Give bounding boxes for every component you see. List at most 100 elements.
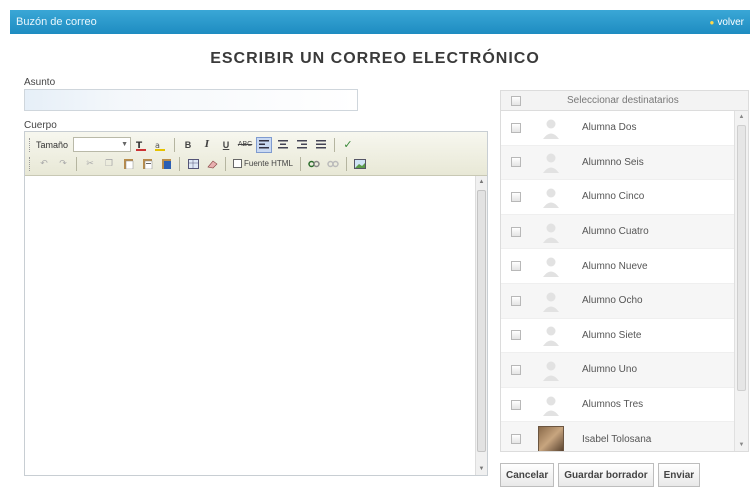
back-link[interactable]: ● volver	[709, 17, 744, 28]
recipient-name: Alumno Uno	[582, 364, 638, 376]
link-icon[interactable]	[306, 156, 322, 172]
default-user-icon	[538, 288, 564, 314]
list-item[interactable]: Alumno Ocho	[501, 283, 734, 319]
recipient-name: Alumnos Tres	[582, 399, 644, 411]
strikethrough-icon[interactable]: ABC	[237, 137, 253, 153]
toolbar-separator	[174, 137, 176, 152]
recipients-scrollbar[interactable]: ▲ ▼	[734, 111, 748, 451]
body-editor: Tamaño ▼ T a B I U ABC ✓ ↶ ↷ ✂ ❐ Fuente …	[24, 131, 488, 476]
recipient-checkbox[interactable]	[511, 364, 521, 375]
recipient-checkbox[interactable]	[511, 261, 521, 272]
recipient-name: Alumno Nueve	[582, 260, 648, 272]
italic-icon[interactable]: I	[199, 137, 215, 153]
paste-text-icon[interactable]	[139, 156, 155, 172]
list-item[interactable]: Alumno Siete	[501, 319, 734, 354]
default-user-icon	[538, 219, 564, 245]
toolbar-separator	[179, 156, 180, 171]
paste-word-icon[interactable]	[158, 156, 174, 172]
back-bullet-icon: ●	[709, 17, 715, 27]
source-html-label: Fuente HTML	[244, 159, 293, 168]
underline-icon[interactable]: U	[218, 137, 234, 153]
image-icon[interactable]	[352, 156, 368, 172]
source-html-icon	[233, 159, 242, 168]
align-center-icon[interactable]	[275, 137, 291, 153]
recipient-checkbox[interactable]	[511, 122, 521, 133]
copy-icon[interactable]: ❐	[101, 156, 117, 172]
asunto-label: Asunto	[24, 77, 56, 88]
scrollbar-thumb[interactable]	[477, 190, 486, 452]
recipient-name: Alumno Cuatro	[582, 226, 649, 238]
scroll-up-icon[interactable]: ▲	[735, 111, 748, 123]
default-user-icon	[538, 357, 564, 383]
asunto-input[interactable]	[24, 89, 358, 111]
svg-text:a: a	[155, 141, 160, 150]
toolbar-separator	[225, 156, 226, 171]
recipient-name: Alumna Dos	[582, 122, 637, 134]
spellcheck-icon[interactable]: ✓	[340, 137, 356, 153]
editor-toolbar: Tamaño ▼ T a B I U ABC ✓ ↶ ↷ ✂ ❐ Fuente …	[25, 132, 487, 176]
list-item[interactable]: Alumno Uno	[501, 353, 734, 388]
recipient-checkbox[interactable]	[511, 226, 521, 237]
list-item[interactable]: Alumno Nueve	[501, 249, 734, 284]
cancel-button[interactable]: Cancelar	[500, 463, 555, 487]
scroll-down-icon[interactable]: ▼	[735, 439, 748, 451]
toolbar-grip	[29, 156, 31, 171]
scroll-up-icon[interactable]: ▲	[476, 176, 487, 188]
unlink-icon[interactable]	[325, 156, 341, 172]
recipient-checkbox[interactable]	[511, 330, 521, 341]
page-title: ESCRIBIR UN CORREO ELECTRÓNICO	[210, 50, 540, 67]
text-color-icon[interactable]: T	[134, 137, 150, 153]
source-html-button[interactable]: Fuente HTML	[231, 159, 295, 168]
body-textarea[interactable]: ▲ ▼	[25, 176, 487, 475]
recipient-name: Alumnno Seis	[582, 156, 644, 168]
recipient-name: Alumno Cinco	[582, 191, 645, 203]
default-user-icon	[538, 184, 564, 210]
scrollbar-thumb[interactable]	[737, 125, 746, 391]
align-justify-icon[interactable]	[313, 137, 329, 153]
recipient-checkbox[interactable]	[511, 399, 521, 410]
list-item[interactable]: Alumno Cinco	[501, 180, 734, 215]
background-color-icon[interactable]: a	[153, 137, 169, 153]
default-user-icon	[538, 115, 564, 141]
default-user-icon	[538, 149, 564, 175]
toolbar-grip	[29, 137, 31, 152]
header-bar: Buzón de correo ● volver	[10, 10, 750, 34]
cut-icon[interactable]: ✂	[82, 156, 98, 172]
list-item[interactable]: Alumna Dos	[501, 111, 734, 146]
recipient-checkbox[interactable]	[511, 157, 521, 168]
recipients-header: Seleccionar destinatarios	[501, 91, 748, 111]
send-button[interactable]: Enviar	[657, 463, 701, 487]
toolbar-separator	[299, 156, 301, 171]
recipients-panel: Seleccionar destinatarios Alumna Dos Alu…	[500, 90, 749, 452]
back-link-label: volver	[717, 16, 744, 28]
list-item[interactable]: Alumnos Tres	[501, 388, 734, 423]
redo-icon[interactable]: ↷	[55, 156, 71, 172]
bold-icon[interactable]: B	[180, 137, 196, 153]
font-size-select[interactable]: ▼	[73, 137, 132, 152]
toolbar-row-2: ↶ ↷ ✂ ❐ Fuente HTML	[29, 154, 483, 173]
eraser-icon[interactable]	[204, 156, 220, 172]
default-user-icon	[538, 392, 564, 418]
recipients-header-label: Seleccionar destinatarios	[567, 95, 679, 106]
select-all-checkbox[interactable]	[511, 95, 521, 106]
list-item[interactable]: Alumnno Seis	[501, 145, 734, 181]
chevron-down-icon: ▼	[121, 141, 129, 148]
paste-icon[interactable]	[120, 156, 136, 172]
recipients-list: Alumna Dos Alumnno Seis Alumno Cinco Alu…	[501, 111, 734, 451]
recipient-checkbox[interactable]	[511, 191, 521, 202]
save-draft-button[interactable]: Guardar borrador	[558, 463, 654, 487]
scroll-down-icon[interactable]: ▼	[476, 463, 487, 475]
recipient-name: Alumno Siete	[582, 329, 642, 341]
align-right-icon[interactable]	[294, 137, 310, 153]
undo-icon[interactable]: ↶	[36, 156, 52, 172]
recipient-checkbox[interactable]	[511, 434, 521, 445]
recipient-checkbox[interactable]	[511, 295, 521, 306]
align-left-icon[interactable]	[256, 136, 273, 153]
list-item[interactable]: Isabel Tolosana	[501, 422, 734, 451]
list-item[interactable]: Alumno Cuatro	[501, 214, 734, 250]
editor-scrollbar[interactable]: ▲ ▼	[475, 176, 487, 475]
table-icon[interactable]	[185, 156, 201, 172]
toolbar-separator	[334, 137, 336, 152]
toolbar-row-1: Tamaño ▼ T a B I U ABC ✓	[29, 135, 483, 154]
user-photo-icon	[538, 426, 564, 451]
